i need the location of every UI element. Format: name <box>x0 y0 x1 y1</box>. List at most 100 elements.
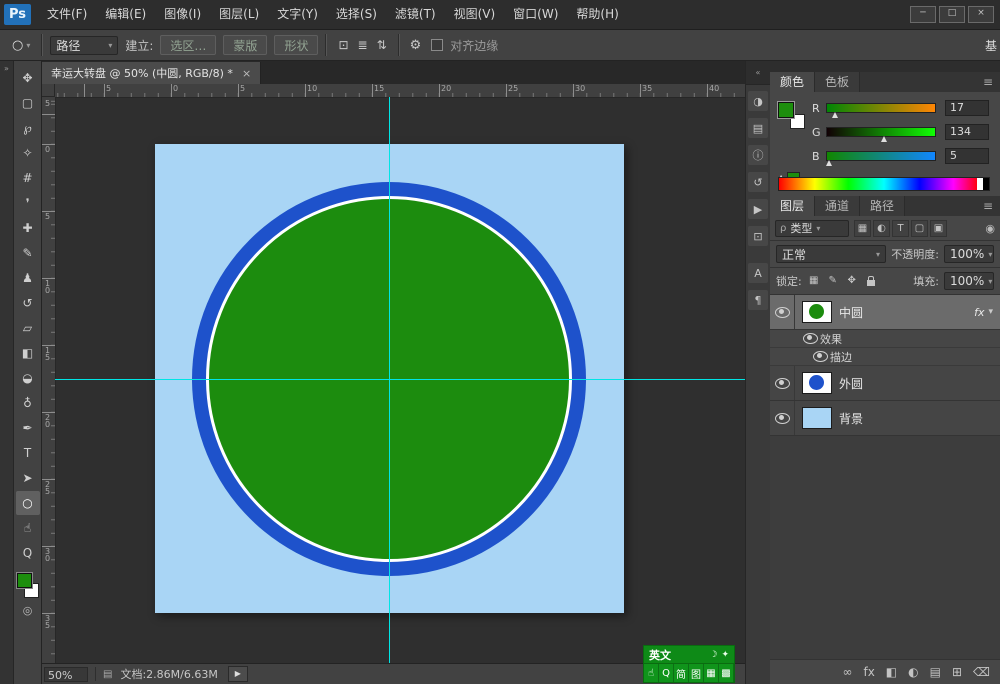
ime-moon-icon[interactable]: ☽ <box>709 650 717 660</box>
channel-slider[interactable] <box>826 151 936 166</box>
lock-position-icon[interactable]: ✥ <box>845 273 859 289</box>
layer-row[interactable]: 外圆 <box>770 366 1000 401</box>
filter-shape-icon[interactable]: ▢ <box>911 219 928 237</box>
canvas-viewport[interactable]: 5 0 5 10 15 20 25 30 35 40 5 0 5 10 15 20 25 30 35 <box>42 84 745 663</box>
path-selection-tool[interactable]: ➤ <box>16 466 40 490</box>
dodge-tool[interactable]: ♁ <box>16 391 40 415</box>
tab-paths[interactable]: 路径 <box>860 196 906 216</box>
panel-menu-icon[interactable]: ≡ <box>976 72 1000 92</box>
quick-selection-tool[interactable]: ✧ <box>16 141 40 165</box>
menu-edit[interactable]: 编辑(E) <box>96 0 155 29</box>
channel-slider[interactable] <box>826 103 936 118</box>
blend-mode-select[interactable]: 正常 ▾ <box>776 245 886 263</box>
channel-value[interactable]: 134 <box>945 124 989 140</box>
gradient-tool[interactable]: ◧ <box>16 341 40 365</box>
path-operations-icon[interactable]: ⊡ <box>338 38 348 52</box>
layer-effect-row[interactable]: 描边 <box>770 348 1000 366</box>
tool-mode-select[interactable]: 路径 ▾ <box>50 35 119 55</box>
ime-hand-icon[interactable]: ☝ <box>644 664 659 682</box>
lock-all-icon[interactable] <box>864 273 878 289</box>
visibility-toggle[interactable] <box>770 401 795 435</box>
filter-pixel-icon[interactable]: ▦ <box>854 219 871 237</box>
tab-swatches[interactable]: 色板 <box>815 72 861 92</box>
lock-transparency-icon[interactable]: ▦ <box>807 273 821 289</box>
panel-character-icon[interactable]: A <box>748 263 768 283</box>
color-swatches[interactable] <box>16 573 40 598</box>
channel-slider[interactable] <box>826 127 936 142</box>
panel-menu-icon[interactable]: ≡ <box>976 196 1000 216</box>
healing-brush-tool[interactable]: ✚ <box>16 216 40 240</box>
ruler-corner[interactable] <box>42 84 55 97</box>
hand-tool[interactable]: ☝ <box>16 516 40 540</box>
filter-type-icon[interactable]: T <box>892 219 909 237</box>
opacity-select[interactable]: 100% ▾ <box>944 245 994 263</box>
menu-image[interactable]: 图像(I) <box>155 0 210 29</box>
brush-tool[interactable]: ✎ <box>16 241 40 265</box>
visibility-toggle[interactable] <box>770 366 795 400</box>
link-layers-icon[interactable]: ∞ <box>842 665 852 679</box>
tab-channels[interactable]: 通道 <box>815 196 861 216</box>
panel-history-icon[interactable]: ↺ <box>748 172 768 192</box>
adjustment-layer-icon[interactable]: ◐ <box>908 665 918 679</box>
layer-effect-row[interactable]: 效果 <box>770 330 1000 348</box>
visibility-toggle[interactable] <box>810 348 830 365</box>
type-tool[interactable]: T <box>16 441 40 465</box>
ime-star-icon[interactable]: ✦ <box>721 650 729 660</box>
eraser-tool[interactable]: ▱ <box>16 316 40 340</box>
tab-layers[interactable]: 图层 <box>770 196 816 216</box>
spectrum-black[interactable] <box>983 178 989 190</box>
path-arrange-icon[interactable]: ⇅ <box>377 38 387 52</box>
slider-thumb-icon[interactable] <box>826 160 833 166</box>
add-mask-icon[interactable]: ◧ <box>886 665 897 679</box>
filter-smart-object-icon[interactable]: ▣ <box>930 219 947 237</box>
panel-paragraph-icon[interactable]: ¶ <box>748 290 768 310</box>
active-tool-preset[interactable]: ○ ▾ <box>8 36 34 55</box>
eyedropper-tool[interactable]: ❜ <box>16 191 40 215</box>
ime-keyboard-icon[interactable]: ▦ <box>704 664 719 682</box>
filter-adjustment-icon[interactable]: ◐ <box>873 219 890 237</box>
blur-tool[interactable]: ◒ <box>16 366 40 390</box>
ime-status-row[interactable]: 英文 ☽ ✦ <box>643 645 735 664</box>
layer-fx-badge[interactable]: fx <box>974 306 984 319</box>
ime-simplified-icon[interactable]: 简 <box>674 664 689 682</box>
lock-pixels-icon[interactable]: ✎ <box>826 273 840 289</box>
ruler-vertical[interactable]: 5 0 5 10 15 20 25 30 35 <box>42 97 56 663</box>
ime-mode-label[interactable]: 英文 <box>649 647 671 663</box>
channel-value[interactable]: 17 <box>945 100 989 116</box>
menu-help[interactable]: 帮助(H) <box>567 0 627 29</box>
zoom-tool[interactable]: Q <box>16 541 40 565</box>
filter-toggle-icon[interactable]: ◉ <box>985 222 995 235</box>
menu-filter[interactable]: 滤镜(T) <box>386 0 445 29</box>
color-spectrum-bar[interactable] <box>778 177 990 191</box>
panel-info-icon[interactable]: ⓘ <box>748 145 768 165</box>
history-brush-tool[interactable]: ↺ <box>16 291 40 315</box>
channel-value[interactable]: 5 <box>945 148 989 164</box>
panel-styles-icon[interactable]: ▤ <box>748 118 768 138</box>
guide-horizontal[interactable] <box>55 379 745 380</box>
quick-mask-icon[interactable]: ◎ <box>23 604 33 617</box>
collapse-toolbar-icon[interactable]: » <box>0 61 13 73</box>
marquee-tool[interactable]: ▢ <box>16 91 40 115</box>
maximize-button[interactable]: □ <box>939 6 965 23</box>
crop-tool[interactable]: # <box>16 166 40 190</box>
new-group-icon[interactable]: ▤ <box>930 665 941 679</box>
workspace-switcher[interactable]: 基 <box>985 37 1000 54</box>
document-tab[interactable]: 幸运大转盘 @ 50% (中圆, RGB/8) * × <box>42 62 262 84</box>
chevron-down-icon[interactable]: ▾ <box>988 307 993 317</box>
tab-color[interactable]: 颜色 <box>770 72 816 92</box>
new-layer-icon[interactable]: ⊞ <box>952 665 962 679</box>
panel-adjustments-icon[interactable]: ◑ <box>748 91 768 111</box>
slider-thumb-icon[interactable] <box>831 112 838 118</box>
menu-select[interactable]: 选择(S) <box>327 0 386 29</box>
expand-panels-icon[interactable]: « <box>746 61 770 85</box>
visibility-toggle[interactable] <box>770 295 795 329</box>
gear-icon[interactable]: ⚙ <box>407 38 425 53</box>
layer-thumbnail[interactable] <box>802 301 832 323</box>
fill-select[interactable]: 100% ▾ <box>944 272 994 290</box>
align-edges-checkbox[interactable] <box>431 39 444 51</box>
path-alignment-icon[interactable]: ≣ <box>358 38 368 52</box>
visibility-toggle[interactable] <box>800 330 820 347</box>
close-tab-icon[interactable]: × <box>242 67 251 80</box>
make-shape-button[interactable]: 形状 <box>274 35 319 55</box>
close-button[interactable]: × <box>968 6 994 23</box>
